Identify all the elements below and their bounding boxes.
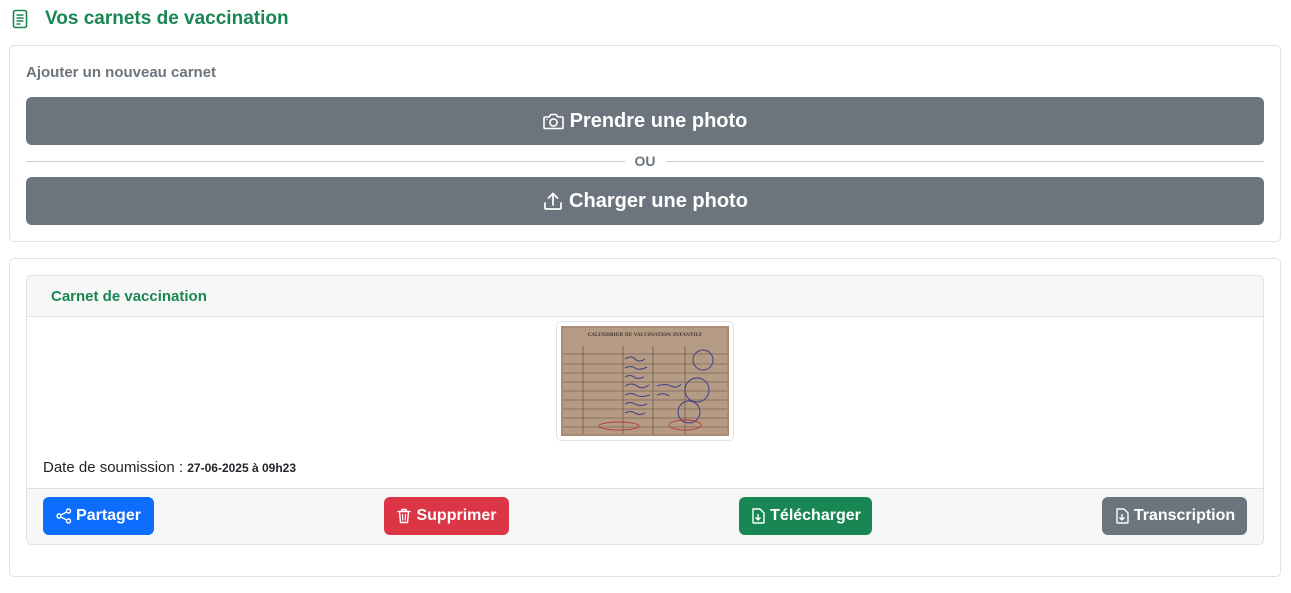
upload-photo-button[interactable]: Charger une photo [26, 177, 1264, 225]
carnets-list-card: Carnet de vaccination CALENDRIER DE VACC… [9, 258, 1281, 577]
page-title: Vos carnets de vaccination [45, 8, 289, 29]
take-photo-button[interactable]: Prendre une photo [26, 97, 1264, 145]
share-button[interactable]: Partager [43, 497, 154, 535]
share-label: Partager [76, 507, 141, 524]
upload-photo-label: Charger une photo [569, 189, 748, 212]
or-divider: OU [26, 152, 1264, 170]
divider-line-left [26, 160, 625, 162]
carnet-title: Carnet de vaccination [51, 287, 207, 305]
document-text-icon [10, 9, 30, 29]
submission-date-value: 27-06-2025 à 09h23 [187, 461, 296, 475]
file-download-icon [1114, 508, 1130, 524]
add-carnet-card: Ajouter un nouveau carnet Prendre une ph… [9, 45, 1281, 242]
camera-icon [543, 110, 565, 132]
transcription-label: Transcription [1133, 507, 1236, 524]
carnet-item: Carnet de vaccination CALENDRIER DE VACC… [26, 275, 1264, 545]
trash-icon [396, 508, 412, 524]
carnet-actions: Partager Supprimer Télécharger Transcrip… [27, 488, 1263, 544]
or-label: OU [634, 153, 656, 169]
submission-date: Date de soumission : 27-06-2025 à 09h23 [43, 459, 296, 476]
add-carnet-heading: Ajouter un nouveau carnet [26, 64, 217, 81]
share-icon [56, 508, 72, 524]
take-photo-label: Prendre une photo [569, 109, 748, 132]
download-button[interactable]: Télécharger [739, 497, 872, 535]
photo-caption: CALENDRIER DE VACCINATION INFANTILE [588, 332, 703, 338]
download-label: Télécharger [770, 507, 861, 524]
page-header: Vos carnets de vaccination [10, 6, 289, 32]
delete-label: Supprimer [416, 507, 497, 524]
vaccination-card-photo: CALENDRIER DE VACCINATION INFANTILE [561, 326, 729, 436]
divider-line-right [665, 160, 1264, 162]
upload-icon [542, 190, 564, 212]
carnet-image[interactable]: CALENDRIER DE VACCINATION INFANTILE [556, 321, 734, 441]
transcription-button[interactable]: Transcription [1102, 497, 1247, 535]
carnet-header: Carnet de vaccination [27, 276, 1263, 317]
submission-date-label: Date de soumission : [43, 459, 184, 476]
file-download-icon [750, 508, 766, 524]
delete-button[interactable]: Supprimer [384, 497, 509, 535]
